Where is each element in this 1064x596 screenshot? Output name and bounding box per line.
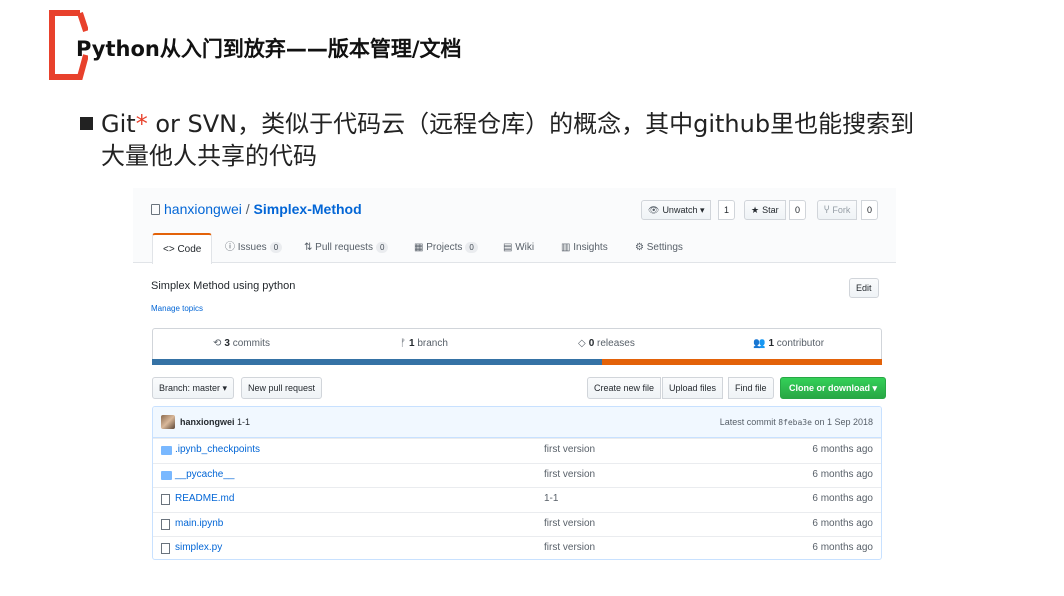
latest-commit-bar: hanxiongwei 1-1 Latest commit 8feba3e on… xyxy=(153,407,881,438)
tab-insights[interactable]: ▥ Insights xyxy=(561,233,608,264)
fork-icon: Ⴤ xyxy=(824,205,830,215)
clone-or-download-button[interactable]: Clone or download ▾ xyxy=(780,377,887,399)
releases-link[interactable]: ◇ 0 releases xyxy=(578,338,635,349)
star-button[interactable]: ★ Star xyxy=(744,200,786,220)
file-name-link[interactable]: .ipynb_checkpoints xyxy=(175,444,260,455)
issues-count: 0 xyxy=(269,242,283,253)
asterisk: * xyxy=(135,110,148,138)
file-name-link[interactable]: __pycache__ xyxy=(175,469,235,480)
tab-issues[interactable]: ⓘ Issues 0 xyxy=(225,233,283,264)
language-bar[interactable] xyxy=(152,359,882,365)
file-icon xyxy=(161,494,170,505)
repo-separator: / xyxy=(245,201,250,217)
file-age: 6 months ago xyxy=(812,468,873,480)
table-row[interactable]: .ipynb_checkpoints first version 6 months … xyxy=(153,438,881,462)
create-new-file-button[interactable]: Create new file xyxy=(587,377,662,399)
table-row[interactable]: __pycache__ first version 6 months ago xyxy=(153,462,881,487)
edit-button[interactable]: Edit xyxy=(849,278,879,298)
projects-count: 0 xyxy=(465,242,478,253)
file-icon xyxy=(161,518,170,530)
eye-icon: 👁 xyxy=(648,205,660,215)
repo-header: hanxiongwei / Simplex-Method 👁 Unwatch ▾ … xyxy=(133,188,896,264)
folder-icon xyxy=(161,446,172,455)
branches-link[interactable]: ᚠ1 branch xyxy=(400,338,448,349)
slide: Python从入门到放弃——版本管理/文档 Git* or SVN，类似于代码云… xyxy=(0,0,1064,596)
commit-message[interactable]: 1-1 xyxy=(235,417,250,427)
commits-link[interactable]: ⟲ 3 commits xyxy=(213,338,270,349)
language-segment-other[interactable] xyxy=(601,359,882,365)
file-age: 6 months ago xyxy=(812,493,873,504)
slide-title: Python从入门到放弃——版本管理/文档 xyxy=(76,37,462,61)
star-count[interactable]: 0 xyxy=(789,200,807,220)
file-age: 6 months ago xyxy=(812,517,873,529)
people-icon: 👥 xyxy=(753,338,766,349)
repo-description: Simplex Method using python xyxy=(151,280,296,292)
file-commit-message[interactable]: first version xyxy=(544,469,595,480)
fork-count[interactable]: 0 xyxy=(861,200,879,220)
repo-name-link[interactable]: Simplex-Method xyxy=(254,201,362,217)
table-row[interactable]: README.md 1-1 6 months ago xyxy=(153,487,881,511)
language-segment-python[interactable] xyxy=(152,359,602,365)
file-name-link[interactable]: README.md xyxy=(175,493,234,504)
file-icon xyxy=(161,543,170,554)
tab-pull-requests[interactable]: ⇅ Pull requests 0 xyxy=(304,233,389,264)
commit-author: hanxiongwei 1-1 xyxy=(180,417,250,427)
folder-icon xyxy=(161,470,172,480)
file-name-link[interactable]: simplex.py xyxy=(175,542,222,553)
contributors-link[interactable]: 👥 1 contributor xyxy=(753,338,824,349)
bullet-text: Git* or SVN，类似于代码云（远程仓库）的概念，其中github里也能搜… xyxy=(101,110,915,170)
repo-book-icon xyxy=(151,204,160,215)
unwatch-button[interactable]: 👁 Unwatch ▾ xyxy=(641,200,712,220)
github-screenshot: hanxiongwei / Simplex-Method 👁 Unwatch ▾ … xyxy=(133,188,896,568)
tag-icon: ◇ xyxy=(578,338,586,349)
tab-projects[interactable]: ▦ Projects 0 xyxy=(414,233,478,264)
file-commit-message[interactable]: first version xyxy=(544,518,595,529)
file-name-link[interactable]: main.ipynb xyxy=(175,518,223,529)
file-commit-message[interactable]: first version xyxy=(544,542,595,553)
manage-topics-link[interactable]: Manage topics xyxy=(151,304,203,313)
tab-wiki[interactable]: ▤ Wiki xyxy=(503,233,534,264)
star-icon: ★ xyxy=(751,205,760,215)
table-row[interactable]: main.ipynb first version 6 months ago xyxy=(153,511,881,536)
branch-icon: ᚠ xyxy=(400,338,406,349)
find-file-button[interactable]: Find file xyxy=(728,377,774,399)
file-navigation: Branch: master ▾ New pull request Create… xyxy=(152,377,887,399)
commit-sha-link[interactable]: 8feba3e xyxy=(778,418,812,427)
file-table: hanxiongwei 1-1 Latest commit 8feba3e on… xyxy=(152,406,882,560)
file-commit-message[interactable]: 1-1 xyxy=(544,493,558,504)
branch-select-button[interactable]: Branch: master ▾ xyxy=(152,377,235,399)
pull-requests-count: 0 xyxy=(375,242,389,253)
avatar[interactable] xyxy=(161,415,175,429)
file-age: 6 months ago xyxy=(812,444,873,455)
commit-author-link[interactable]: hanxiongwei xyxy=(180,417,235,427)
tab-settings[interactable]: ⚙ Settings xyxy=(635,233,683,264)
table-row[interactable]: simplex.py first version 6 months ago xyxy=(153,536,881,559)
tab-code[interactable]: <> Code xyxy=(152,233,213,264)
bullet-point: Git* or SVN，类似于代码云（远程仓库）的概念，其中github里也能搜… xyxy=(80,108,1030,172)
file-age: 6 months ago xyxy=(812,542,873,553)
repo-title: hanxiongwei / Simplex-Method xyxy=(151,201,362,217)
bullet-square-icon xyxy=(80,117,93,130)
new-pull-request-button[interactable]: New pull request xyxy=(241,377,323,399)
upload-files-button[interactable]: Upload files xyxy=(662,377,724,399)
fork-button[interactable]: Ⴤ Fork xyxy=(817,200,858,220)
history-icon: ⟲ xyxy=(213,338,222,349)
latest-commit-info: Latest commit 8feba3e on 1 Sep 2018 xyxy=(719,417,873,427)
file-commit-message[interactable]: first version xyxy=(544,444,595,455)
watch-count[interactable]: 1 xyxy=(718,200,736,220)
repo-owner-link[interactable]: hanxiongwei xyxy=(164,201,242,217)
